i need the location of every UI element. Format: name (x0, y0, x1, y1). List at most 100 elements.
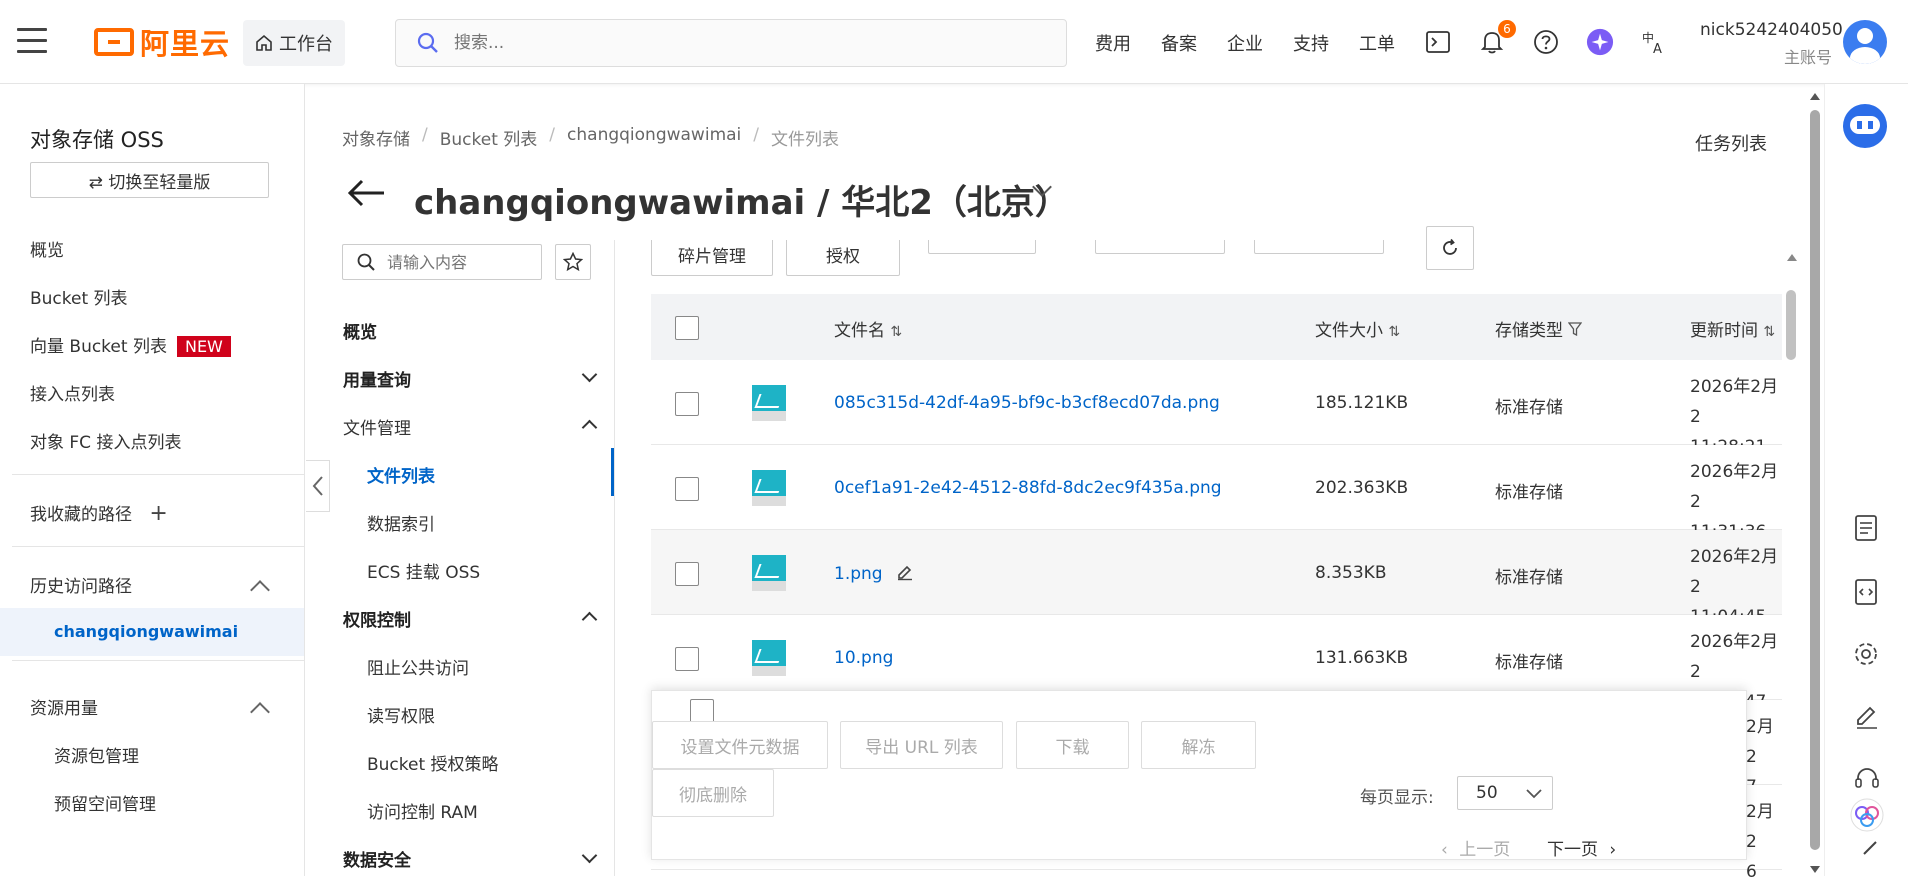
fragments-button[interactable]: 碎片管理 (651, 240, 773, 276)
nav-fees[interactable]: 费用 (1095, 30, 1131, 56)
menu-search[interactable] (342, 244, 542, 280)
expand-data-security-icon[interactable] (581, 847, 598, 864)
back-arrow-icon[interactable] (346, 178, 386, 208)
bulk-select-checkbox[interactable] (690, 699, 714, 723)
permanent-delete-button[interactable]: 彻底删除 (652, 769, 774, 817)
file-name-link[interactable]: 085c315d-42df-4a95-bf9c-b3cf8ecd07da.png (834, 393, 1220, 413)
breadcrumb-bucket[interactable]: changqiongwawimai (567, 125, 741, 150)
workbench-button[interactable]: 工作台 (243, 20, 345, 66)
nav2-data-security[interactable]: 数据安全 (343, 846, 411, 871)
page-scrollbar[interactable] (1808, 90, 1822, 876)
nav2-permission[interactable]: 权限控制 (343, 606, 411, 631)
table-row[interactable]: 085c315d-42df-4a95-bf9c-b3cf8ecd07da.png… (651, 360, 1782, 457)
bell-icon[interactable]: 6 (1478, 20, 1516, 56)
switch-lite-button[interactable]: ⇄ 切换至轻量版 (30, 162, 269, 198)
sidebar-item-fc-access-points[interactable]: 对象 FC 接入点列表 (30, 428, 181, 453)
prev-page-button[interactable]: ‹ 上一页 (1441, 835, 1510, 860)
sidebar-item-reserved-space[interactable]: 预留空间管理 (54, 790, 156, 815)
row-checkbox[interactable] (675, 647, 699, 671)
toolbar-hidden-button-1[interactable] (928, 240, 1036, 254)
nav-enterprise[interactable]: 企业 (1227, 30, 1263, 56)
sidebar-item-overview[interactable]: 概览 (30, 236, 64, 261)
pencil-icon[interactable] (1854, 704, 1880, 730)
sidebar-item-resource-pack[interactable]: 资源包管理 (54, 742, 139, 767)
set-metadata-button[interactable]: 设置文件元数据 (652, 721, 828, 769)
nav-ticket[interactable]: 工单 (1359, 30, 1395, 56)
history-title[interactable]: 历史访问路径 (30, 572, 132, 597)
row-checkbox[interactable] (675, 477, 699, 501)
edit-icon[interactable] (896, 563, 914, 581)
toolbar-hidden-button-2[interactable] (1095, 240, 1225, 254)
download-button[interactable]: 下载 (1016, 721, 1129, 769)
table-scrollbar[interactable] (1784, 250, 1798, 810)
terminal-icon[interactable] (1424, 28, 1452, 56)
refresh-button[interactable] (1426, 226, 1474, 270)
help-icon[interactable] (1532, 28, 1560, 56)
collapse-file-mgmt-icon[interactable] (581, 419, 598, 436)
row-checkbox[interactable] (675, 562, 699, 586)
table-row[interactable]: 1.png 8.353KB 标准存储 2026年2月2 11:04:45 (651, 530, 1782, 627)
nav2-usage[interactable]: 用量查询 (343, 366, 411, 391)
export-url-button[interactable]: 导出 URL 列表 (840, 721, 1003, 769)
nav2-overview[interactable]: 概览 (343, 318, 377, 343)
nav2-file-mgmt[interactable]: 文件管理 (343, 414, 411, 439)
column-size[interactable]: 文件大小 ⇅ (1315, 316, 1400, 341)
column-name[interactable]: 文件名 ⇅ (834, 316, 902, 341)
favorite-star-button[interactable] (555, 244, 591, 280)
unfreeze-button[interactable]: 解冻 (1141, 721, 1256, 769)
collapse-permission-icon[interactable] (581, 611, 598, 628)
ai-robot-icon[interactable] (1843, 104, 1887, 148)
menu-icon[interactable] (17, 28, 47, 54)
file-name-link[interactable]: 10.png (834, 648, 893, 668)
collapse-history-icon[interactable] (250, 580, 270, 600)
collapse-resource-icon[interactable] (250, 702, 270, 722)
nav2-data-index[interactable]: 数据索引 (367, 510, 435, 535)
language-icon[interactable]: 中A (1640, 28, 1668, 56)
nav2-ecs-mount[interactable]: ECS 挂载 OSS (367, 558, 480, 583)
sort-icon[interactable]: ⇅ (890, 324, 902, 340)
nav2-block-public[interactable]: 阻止公共访问 (367, 654, 469, 679)
select-all-checkbox[interactable] (675, 316, 699, 340)
task-list-link[interactable]: 任务列表 (1695, 130, 1767, 156)
file-name-link[interactable]: 1.png (834, 563, 914, 584)
breadcrumb-oss[interactable]: 对象存储 (342, 125, 410, 150)
authorize-button[interactable]: 授权 (786, 240, 900, 276)
nav-filing[interactable]: 备案 (1161, 30, 1197, 56)
toolbar-hidden-button-3[interactable] (1254, 240, 1384, 254)
sidebar-item-vector-bucket[interactable]: 向量 Bucket 列表 NEW (30, 332, 231, 357)
collapse-sidebar-button[interactable] (306, 460, 330, 512)
nav-support[interactable]: 支持 (1293, 30, 1329, 56)
sidebar-item-favorites[interactable]: 我收藏的路径 + (30, 500, 168, 526)
next-page-button[interactable]: 下一页 › (1547, 835, 1616, 860)
document-icon[interactable] (1854, 514, 1878, 542)
sort-icon[interactable]: ⇅ (1763, 324, 1775, 340)
sort-icon[interactable]: ⇅ (1388, 324, 1400, 340)
scroll-up-arrow-icon[interactable] (1786, 252, 1798, 262)
row-checkbox[interactable] (675, 392, 699, 416)
nav2-rw-perm[interactable]: 读写权限 (367, 702, 435, 727)
headset-icon[interactable] (1854, 766, 1880, 790)
breadcrumb-bucket-list[interactable]: Bucket 列表 (440, 125, 538, 150)
sidebar-item-bucket-list[interactable]: Bucket 列表 (30, 284, 128, 309)
ai-brain-icon[interactable] (1850, 798, 1884, 832)
file-name-link[interactable]: 0cef1a91-2e42-4512-88fd-8dc2ec9f435a.png (834, 478, 1222, 498)
avatar[interactable] (1843, 20, 1887, 64)
sidebar-item-access-points[interactable]: 接入点列表 (30, 380, 115, 405)
column-type[interactable]: 存储类型 (1495, 316, 1583, 341)
expand-rail-icon[interactable] (1860, 838, 1880, 858)
add-icon[interactable]: + (149, 501, 167, 526)
expand-usage-icon[interactable] (581, 366, 598, 383)
user-info[interactable]: nick5242404050 主账号 (1700, 20, 1843, 68)
table-row[interactable]: 0cef1a91-2e42-4512-88fd-8dc2ec9f435a.png… (651, 445, 1782, 542)
global-search-input[interactable] (454, 33, 1014, 53)
per-page-select[interactable]: 50 (1457, 776, 1553, 810)
nav2-bucket-policy[interactable]: Bucket 授权策略 (367, 750, 499, 775)
filter-icon[interactable] (1568, 322, 1583, 337)
code-doc-icon[interactable] (1854, 578, 1878, 606)
gear-icon[interactable] (1852, 640, 1880, 668)
global-search[interactable] (395, 19, 1067, 67)
column-updated[interactable]: 更新时间 ⇅ (1690, 316, 1775, 341)
nav2-ram[interactable]: 访问控制 RAM (367, 798, 478, 823)
history-item-bucket[interactable]: changqiongwawimai (54, 622, 238, 641)
nav2-file-list[interactable]: 文件列表 (367, 462, 435, 487)
